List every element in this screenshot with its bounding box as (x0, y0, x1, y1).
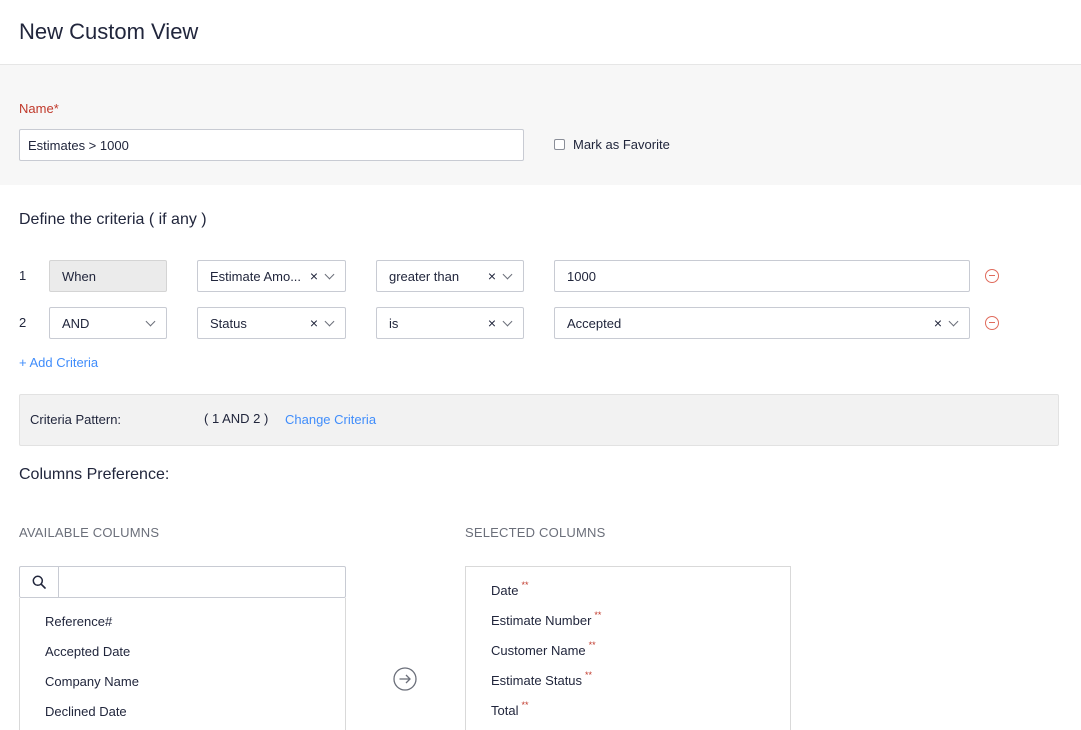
clear-icon[interactable]: × (310, 268, 318, 284)
move-column-icon[interactable] (393, 667, 417, 691)
mark-as-favorite-checkbox[interactable]: Mark as Favorite (554, 137, 670, 152)
remove-criteria-icon[interactable] (985, 316, 999, 330)
list-item[interactable]: Total ** (491, 700, 528, 718)
criteria-pattern-label: Criteria Pattern: (30, 412, 122, 427)
page-header: New Custom View (0, 0, 1081, 65)
clear-icon[interactable]: × (488, 268, 496, 284)
clear-icon[interactable]: × (488, 315, 496, 331)
column-search-input[interactable] (60, 567, 345, 597)
list-item[interactable]: Declined Date (45, 704, 127, 719)
criteria-row-2: 2 AND Status × is × Accepted × (0, 307, 1081, 339)
list-item[interactable]: Reference# (45, 614, 112, 629)
operator-select[interactable]: greater than × (376, 260, 524, 292)
available-columns-heading: AVAILABLE COLUMNS (19, 525, 160, 540)
value-input[interactable]: 1000 (554, 260, 970, 292)
list-item[interactable]: Customer Name ** (491, 640, 596, 658)
operator-select[interactable]: is × (376, 307, 524, 339)
add-criteria-link[interactable]: + Add Criteria (19, 355, 98, 370)
page-title: New Custom View (19, 19, 199, 44)
search-icon (20, 567, 59, 597)
connector-select[interactable]: AND (49, 307, 167, 339)
list-item[interactable]: Date ** (491, 580, 528, 598)
criteria-pattern-box: Criteria Pattern: ( 1 AND 2 ) Change Cri… (19, 394, 1059, 446)
column-search (19, 566, 346, 598)
criteria-row-number: 2 (19, 315, 27, 330)
criteria-title: Define the criteria ( if any ) (19, 211, 207, 228)
chevron-down-icon[interactable] (948, 316, 959, 326)
field-select[interactable]: Estimate Amo... × (197, 260, 346, 292)
list-item[interactable]: Company Name (45, 674, 139, 689)
chevron-down-icon[interactable] (502, 316, 513, 326)
list-item[interactable]: Accepted Date (45, 644, 130, 659)
name-input[interactable] (19, 129, 524, 161)
clear-icon[interactable]: × (310, 315, 318, 331)
value-select[interactable]: Accepted × (554, 307, 970, 339)
checkbox-icon[interactable] (554, 139, 565, 150)
change-criteria-link[interactable]: Change Criteria (285, 412, 376, 427)
available-columns-list: Reference# Accepted Date Company Name De… (19, 598, 346, 730)
selected-columns-list: Date ** Estimate Number ** Customer Name **… (465, 566, 791, 730)
list-item[interactable]: Estimate Number ** (491, 610, 601, 628)
criteria-pattern-value: ( 1 AND 2 ) (204, 411, 269, 426)
list-item[interactable]: Estimate Status ** (491, 670, 592, 688)
connector-field: When (49, 260, 167, 292)
favorite-label: Mark as Favorite (573, 137, 670, 152)
name-section: Name* Mark as Favorite (0, 65, 1081, 185)
chevron-down-icon[interactable] (324, 316, 335, 326)
name-label: Name* (19, 101, 59, 116)
remove-criteria-icon[interactable] (985, 269, 999, 283)
clear-icon[interactable]: × (934, 315, 942, 331)
columns-title: Columns Preference: (19, 466, 170, 483)
field-select[interactable]: Status × (197, 307, 346, 339)
criteria-row-1: 1 When Estimate Amo... × greater than × … (0, 260, 1081, 292)
selected-columns-heading: SELECTED COLUMNS (465, 525, 606, 540)
chevron-down-icon[interactable] (324, 269, 335, 279)
chevron-down-icon[interactable] (145, 316, 156, 326)
criteria-row-number: 1 (19, 268, 27, 283)
chevron-down-icon[interactable] (502, 269, 513, 279)
